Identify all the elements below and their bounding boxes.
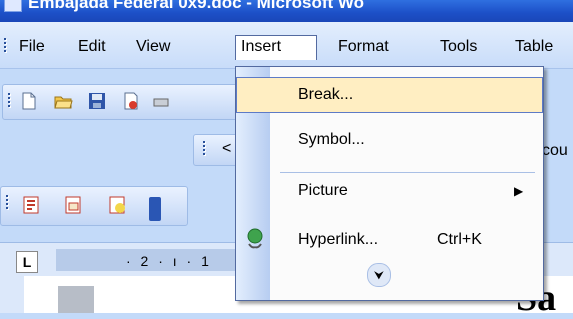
ruler-marks: · 2 · ı · 1 [126, 253, 212, 269]
pdf-email-icon[interactable] [63, 195, 83, 215]
word-document-icon [4, 0, 22, 12]
toolbar-grip[interactable] [5, 195, 9, 211]
vertical-ruler [0, 276, 24, 313]
new-document-icon[interactable] [19, 91, 39, 111]
menu-item-label: Hyperlink... [298, 231, 379, 248]
tab-selector[interactable]: L [16, 251, 38, 273]
open-folder-icon[interactable] [53, 91, 73, 111]
permission-icon[interactable] [121, 91, 141, 111]
menu-item-label: Picture [298, 182, 348, 199]
expand-menu-chevron-icon[interactable]: ⮟ [367, 263, 391, 287]
formatting-toolbar: < [193, 134, 239, 166]
menu-view[interactable]: View [131, 36, 175, 58]
menu-item-break[interactable]: Break... [236, 77, 543, 113]
toolbar-grip[interactable] [7, 93, 11, 109]
window-title: Embajada Federal 0x9.doc - Microsoft Wo [28, 0, 364, 12]
menu-insert[interactable]: Insert [235, 35, 317, 60]
menu-item-label: Break... [298, 86, 354, 103]
convert-to-pdf-icon[interactable] [21, 195, 41, 215]
toolbar-right-partial-text: cou [542, 142, 568, 159]
menu-edit[interactable]: Edit [73, 36, 111, 58]
toolbar-options-icon[interactable] [149, 197, 161, 221]
menu-item-picture[interactable]: Picture ▶ [236, 173, 543, 209]
pdf-review-icon[interactable] [107, 195, 127, 215]
menubar-grip[interactable] [3, 38, 7, 54]
menu-tools[interactable]: Tools [435, 36, 482, 58]
menu-item-label: Symbol... [298, 131, 365, 148]
insert-menu-dropdown: Break... Symbol... Picture ▶ Hyperlink..… [235, 66, 544, 301]
menu-format[interactable]: Format [333, 36, 394, 58]
print-icon[interactable] [151, 91, 171, 111]
menu-item-shortcut: Ctrl+K [437, 231, 482, 248]
submenu-arrow-icon: ▶ [514, 184, 524, 198]
page-shadow [58, 286, 94, 313]
menu-item-symbol[interactable]: Symbol... [236, 122, 543, 158]
standard-toolbar [2, 84, 254, 120]
title-bar: Embajada Federal 0x9.doc - Microsoft Wo [0, 0, 573, 22]
hyperlink-globe-icon [247, 228, 263, 249]
toolbar-grip[interactable] [202, 141, 206, 157]
menu-item-hyperlink[interactable]: Hyperlink... Ctrl+K [236, 222, 543, 258]
save-icon[interactable] [87, 91, 107, 111]
menu-file[interactable]: File [14, 36, 50, 58]
menu-table[interactable]: Table [510, 36, 558, 58]
menu-bar: File Edit View Insert Format Tools Table [0, 22, 573, 69]
pdf-toolbar [0, 186, 188, 226]
toolbar-partial-text: < [222, 140, 232, 157]
